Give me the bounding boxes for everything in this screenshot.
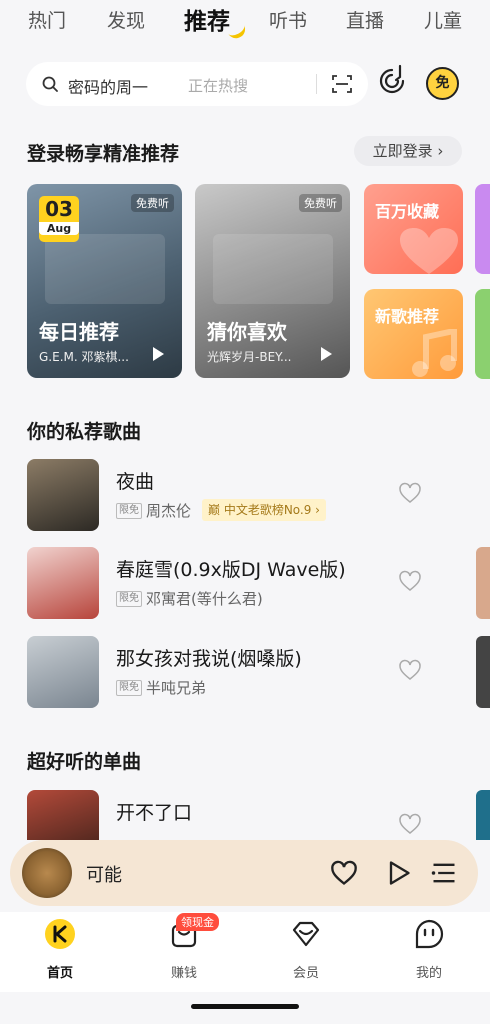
player-song-title: 可能 <box>86 865 122 886</box>
heart-icon <box>400 228 458 274</box>
card-subtitle: 光辉岁月-BEY... <box>207 350 292 364</box>
guess-you-like-card[interactable]: 免费听 猜你喜欢 光辉岁月-BEY... <box>195 184 350 378</box>
tab-recommend[interactable]: 推荐 <box>184 2 230 36</box>
play-icon[interactable] <box>153 347 164 361</box>
chart-badge[interactable]: 巅 中文老歌榜No.9 › <box>202 499 326 521</box>
heart-icon[interactable] <box>398 481 422 505</box>
bottom-nav: 首页 赚钱 会员 我的 <box>0 912 490 992</box>
card-artwork <box>213 234 333 304</box>
song-row[interactable]: 春庭雪(0.9x版DJ Wave版) 限免 邓寓君(等什么君) <box>0 547 490 621</box>
heart-icon[interactable] <box>398 658 422 682</box>
song-cover <box>27 636 99 708</box>
home-indicator[interactable] <box>191 1004 299 1009</box>
private-songs-title: 你的私荐歌曲 <box>27 421 142 443</box>
card-artwork <box>45 234 165 304</box>
tab-hot[interactable]: 热门 <box>28 6 66 33</box>
search-divider <box>316 74 317 94</box>
million-collect-tile[interactable]: 百万收藏 <box>364 184 463 274</box>
login-button[interactable]: 立即登录 › <box>354 136 462 166</box>
card-title: 猜你喜欢 <box>207 320 287 344</box>
nav-vip-label: 会员 <box>292 966 319 981</box>
card-subtitle: G.E.M. 邓紫棋... <box>39 350 129 364</box>
search-bar[interactable]: 密码的周一 正在热搜 <box>26 62 368 106</box>
login-section-title: 登录畅享精准推荐 <box>27 143 180 165</box>
more-tile-peek[interactable] <box>475 184 490 274</box>
cash-badge: 领现金 <box>176 913 219 931</box>
song-cover <box>27 547 99 619</box>
music-recognize-icon[interactable] <box>378 64 410 98</box>
free-listen-badge: 免费听 <box>299 194 342 212</box>
tab-discover[interactable]: 发现 <box>107 6 145 33</box>
next-cover-peek <box>476 790 490 840</box>
nav-home[interactable]: 首页 <box>30 918 90 981</box>
music-note-icon <box>412 329 457 377</box>
more-tile-peek[interactable] <box>475 289 490 379</box>
date-month: Aug <box>39 222 79 235</box>
tab-live[interactable]: 直播 <box>346 6 384 33</box>
song-cover <box>27 459 99 531</box>
top-tab-bar: 热门 发现 推荐 听书 直播 儿童 <box>0 0 490 44</box>
nav-earn-label: 赚钱 <box>170 966 197 981</box>
song-title: 夜曲 <box>116 471 155 493</box>
song-row[interactable]: 夜曲 限免 周杰伦 巅 中文老歌榜No.9 › <box>0 459 490 533</box>
song-title: 春庭雪(0.9x版DJ Wave版) <box>116 559 346 581</box>
tab-kids[interactable]: 儿童 <box>424 6 462 33</box>
home-icon <box>45 919 75 949</box>
playlist-icon[interactable] <box>430 859 458 887</box>
play-icon[interactable] <box>321 347 332 361</box>
player-cover <box>22 848 72 898</box>
song-row[interactable]: 那女孩对我说(烟嗓版) 限免 半吨兄弟 <box>0 636 490 710</box>
heart-icon[interactable] <box>398 569 422 593</box>
heart-icon[interactable] <box>398 812 422 836</box>
song-artist: 半吨兄弟 <box>146 679 207 697</box>
mini-player[interactable]: 可能 <box>10 840 478 906</box>
tab-audiobook[interactable]: 听书 <box>269 6 307 33</box>
free-mode-icon[interactable]: 免 <box>426 67 459 100</box>
song-artist: 周杰伦 <box>146 502 192 520</box>
diamond-icon <box>292 921 320 947</box>
nav-home-label: 首页 <box>46 966 73 981</box>
new-songs-tile[interactable]: 新歌推荐 <box>364 289 463 379</box>
search-hot-query: 密码的周一 <box>68 78 149 97</box>
song-title: 开不了口 <box>116 802 193 824</box>
song-cover <box>27 790 99 840</box>
play-icon[interactable] <box>384 859 412 887</box>
song-title: 那女孩对我说(烟嗓版) <box>116 648 302 670</box>
card-title: 每日推荐 <box>39 320 119 344</box>
nav-profile[interactable]: 我的 <box>399 918 459 981</box>
date-badge: 03 Aug <box>39 196 79 242</box>
tile-label: 百万收藏 <box>375 202 440 221</box>
free-listen-badge: 免费听 <box>131 194 174 212</box>
song-artist: 邓寓君(等什么君) <box>146 590 263 608</box>
next-cover-peek <box>476 547 490 619</box>
daily-recommend-card[interactable]: 免费听 03 Aug 每日推荐 G.E.M. 邓紫棋... <box>27 184 182 378</box>
scan-icon[interactable] <box>332 74 352 94</box>
tile-label: 新歌推荐 <box>375 307 440 326</box>
song-row[interactable]: 开不了口 <box>0 790 490 840</box>
date-day: 03 <box>45 197 73 221</box>
limited-free-tag: 限免 <box>116 503 142 519</box>
profile-icon <box>415 919 444 949</box>
search-icon <box>42 76 58 92</box>
limited-free-tag: 限免 <box>116 591 142 607</box>
next-cover-peek <box>476 636 490 708</box>
heart-icon[interactable] <box>330 859 358 887</box>
limited-free-tag: 限免 <box>116 680 142 696</box>
search-status: 正在热搜 <box>188 77 249 95</box>
nav-profile-label: 我的 <box>415 966 442 981</box>
nav-vip[interactable]: 会员 <box>276 918 336 981</box>
singles-section-title: 超好听的单曲 <box>27 751 142 773</box>
